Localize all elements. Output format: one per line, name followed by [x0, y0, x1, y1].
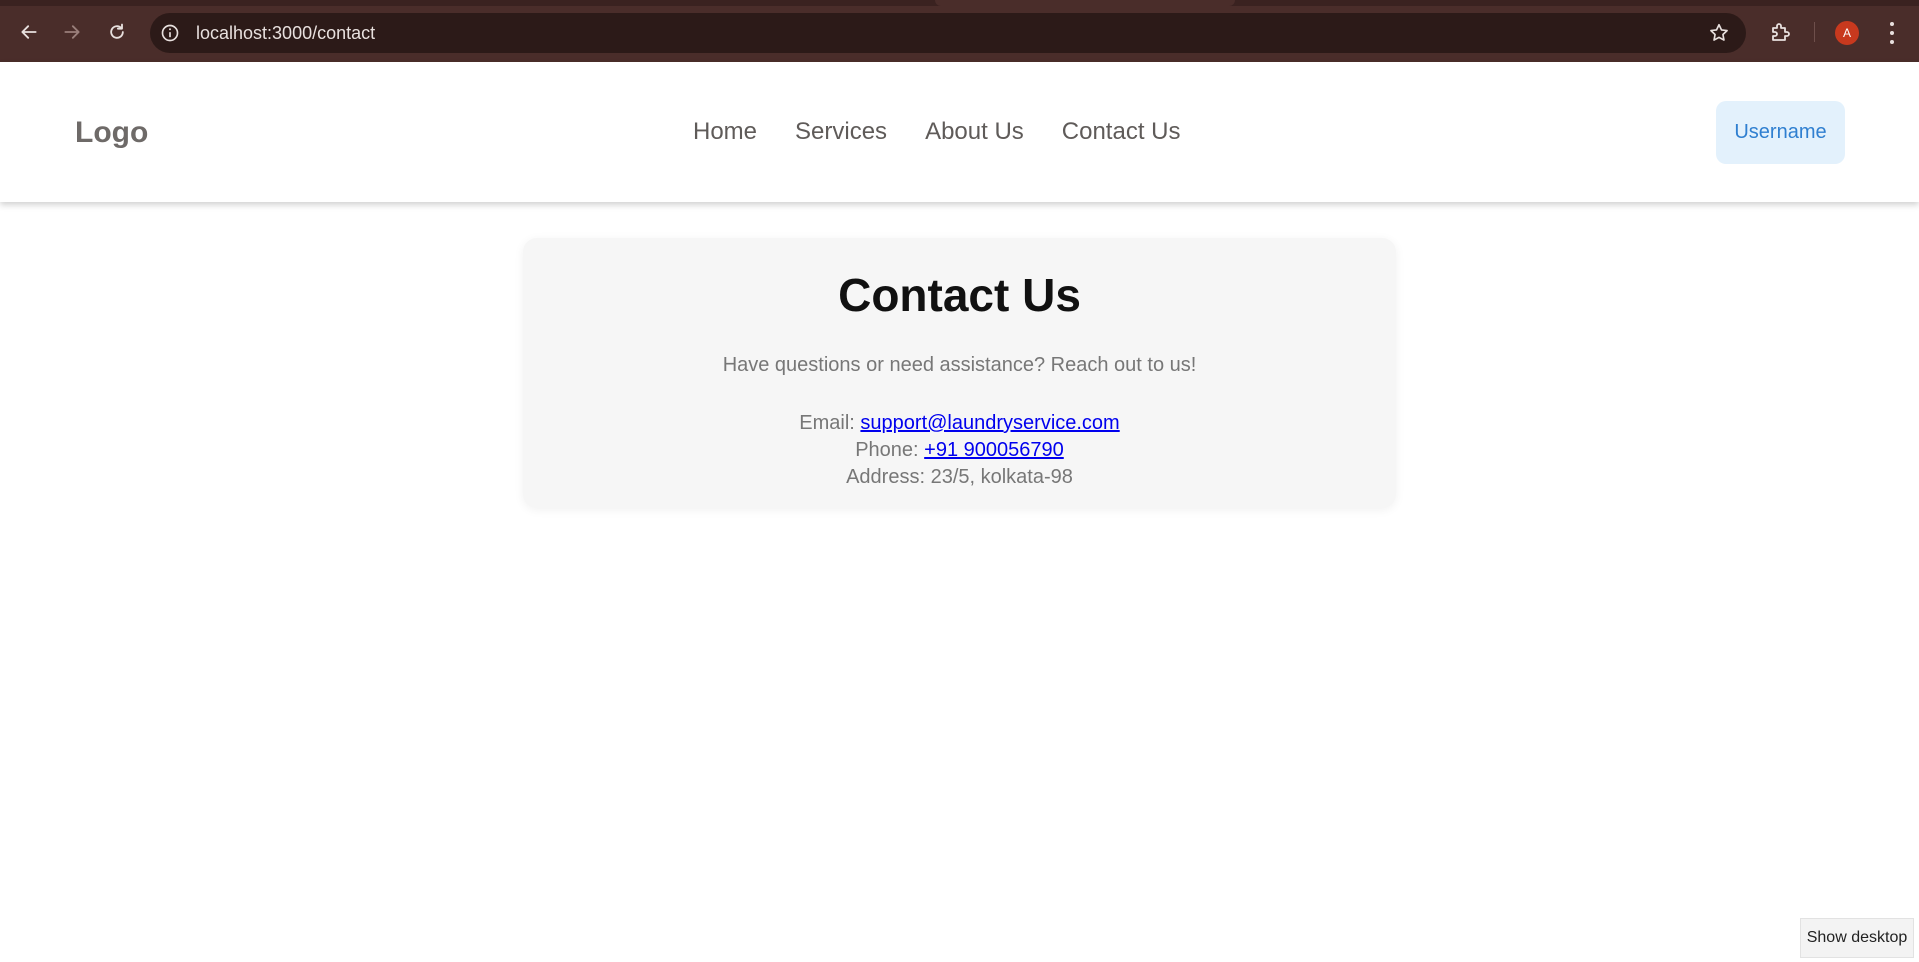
- contact-card: Contact Us Have questions or need assist…: [523, 238, 1396, 508]
- star-icon[interactable]: [1708, 22, 1730, 44]
- nav-contact-link[interactable]: Contact Us: [1062, 118, 1181, 146]
- forward-arrow-icon[interactable]: [57, 17, 87, 47]
- contact-intro: Have questions or need assistance? Reach…: [722, 354, 1197, 376]
- site-logo[interactable]: Logo: [75, 116, 148, 150]
- tab-strip: [0, 0, 1919, 6]
- info-icon[interactable]: [160, 23, 180, 43]
- contact-details: Email: support@laundryservice.com Phone:…: [523, 410, 1396, 491]
- nav-home-link[interactable]: Home: [693, 118, 757, 146]
- kebab-menu-icon[interactable]: [1882, 20, 1902, 46]
- email-link[interactable]: support@laundryservice.com: [860, 412, 1119, 434]
- address-row: Address: 23/5, kolkata-98: [523, 464, 1396, 491]
- active-tab[interactable]: [935, 0, 1235, 6]
- email-label: Email:: [799, 412, 855, 434]
- puzzle-icon[interactable]: [1769, 20, 1793, 44]
- phone-link[interactable]: +91 900056790: [924, 439, 1064, 461]
- email-row: Email: support@laundryservice.com: [523, 410, 1396, 437]
- site-header: Logo Home Services About Us Contact Us U…: [0, 62, 1919, 202]
- back-arrow-icon[interactable]: [14, 17, 44, 47]
- nav-services-link[interactable]: Services: [795, 118, 887, 146]
- address-value: 23/5, kolkata-98: [930, 466, 1073, 488]
- browser-toolbar: localhost:3000/contact A: [0, 0, 1919, 62]
- reload-icon[interactable]: [102, 17, 132, 47]
- phone-row: Phone: +91 900056790: [523, 437, 1396, 464]
- url-text[interactable]: localhost:3000/contact: [196, 23, 375, 43]
- main-nav: Home Services About Us Contact Us: [693, 118, 1181, 146]
- address-bar[interactable]: localhost:3000/contact: [150, 13, 1746, 53]
- username-button[interactable]: Username: [1716, 101, 1845, 164]
- page-title: Contact Us: [838, 269, 1081, 321]
- nav-about-link[interactable]: About Us: [925, 118, 1024, 146]
- profile-avatar[interactable]: A: [1835, 21, 1859, 45]
- address-label: Address:: [846, 466, 926, 488]
- toolbar-divider: [1814, 22, 1815, 42]
- show-desktop-tooltip: Show desktop: [1800, 918, 1914, 958]
- phone-label: Phone:: [855, 439, 919, 461]
